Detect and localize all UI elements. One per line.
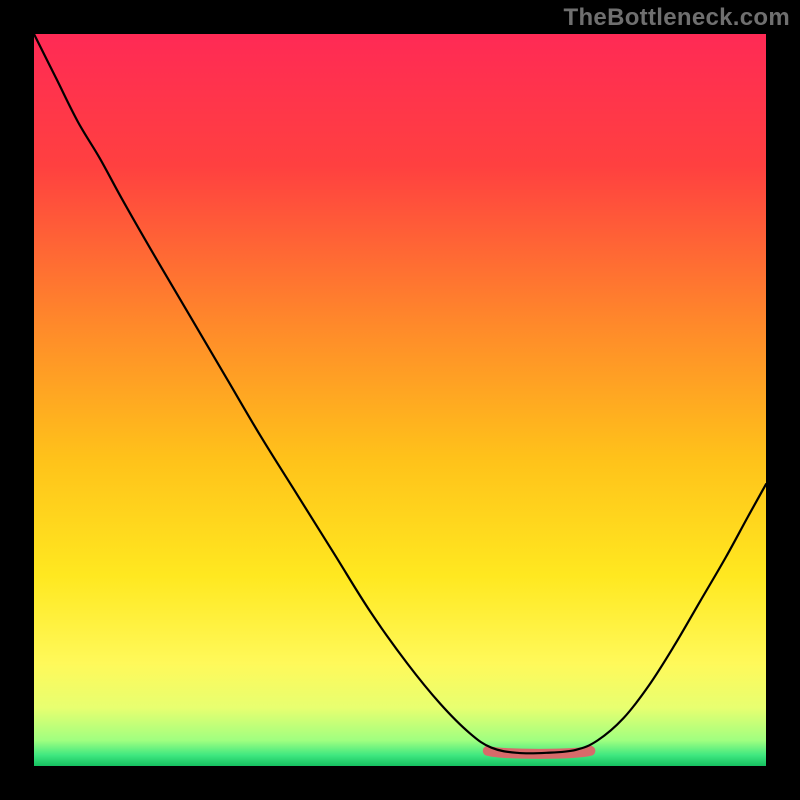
chart-svg <box>34 34 766 766</box>
plot-area <box>34 34 766 766</box>
chart-background <box>34 34 766 766</box>
outer-frame: TheBottleneck.com <box>0 0 800 800</box>
watermark-text: TheBottleneck.com <box>564 4 790 32</box>
